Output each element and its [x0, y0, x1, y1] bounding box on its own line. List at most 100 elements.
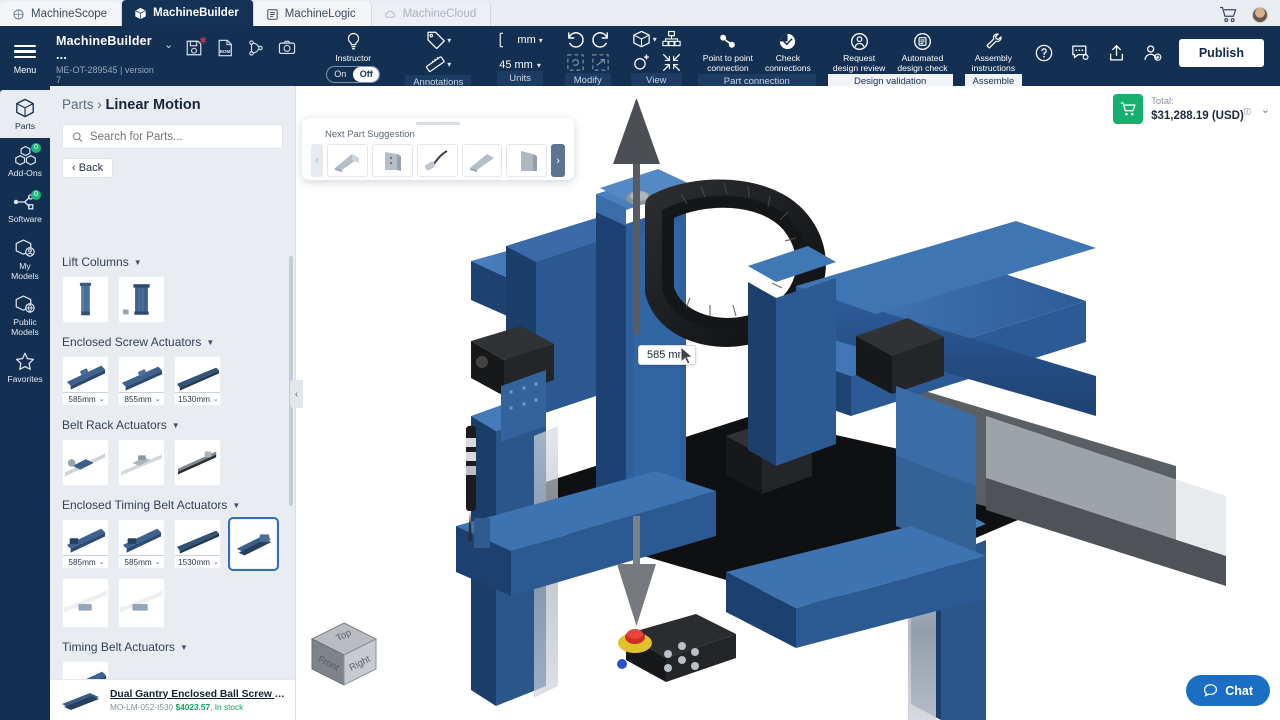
selected-part-name[interactable]: Dual Gantry Enclosed Ball Screw Actu...	[110, 689, 286, 700]
part-thumbnail[interactable]: 585mm ⌄	[62, 356, 109, 406]
viewport-3d[interactable]: Next Part Suggestion ‹ › Total: $31,288.…	[296, 86, 1280, 720]
redo-icon[interactable]	[590, 29, 611, 50]
part-thumbnail[interactable]	[118, 578, 165, 628]
cart-expand-caret[interactable]: ⌄	[1261, 103, 1270, 116]
cart-total-chip[interactable]: Total: $31,288.19 (USD)ⓘ ⌄	[1113, 94, 1270, 124]
bom-button[interactable]: BOM	[216, 39, 235, 58]
lift-column-art	[122, 284, 150, 315]
chat-button[interactable]: Chat	[1186, 675, 1270, 706]
sidebar-item-software[interactable]: 0 Software	[0, 185, 50, 231]
help-icon[interactable]	[1034, 43, 1054, 63]
save-button[interactable]: ∗	[185, 34, 208, 58]
search-box[interactable]	[62, 124, 283, 149]
part-thumbnail[interactable]: 1530mm ⌄	[174, 519, 221, 569]
next-part-suggestion-popup[interactable]: Next Part Suggestion ‹ ›	[302, 118, 574, 180]
tab-machinecloud[interactable]: MachineCloud	[371, 2, 492, 26]
annotations-ruler-caret[interactable]: ▾	[447, 60, 451, 69]
size-select[interactable]: 1530mm ⌄	[175, 392, 220, 405]
automated-design-check-button[interactable]: Automated design check	[892, 29, 952, 74]
feedback-icon[interactable]	[1070, 43, 1091, 63]
size-select[interactable]: 45 mm ▾	[499, 53, 541, 71]
category-header-lift-columns[interactable]: Lift Columns ▼	[62, 255, 284, 269]
sidebar-item-favorites[interactable]: Favorites	[0, 344, 50, 391]
suggestion-prev-button[interactable]: ‹	[311, 144, 324, 177]
suggestion-card[interactable]	[416, 144, 458, 177]
popup-drag-handle[interactable]	[416, 122, 460, 125]
suggestion-card[interactable]	[327, 144, 368, 177]
assembly-instructions-button[interactable]: Assembly instructions	[967, 29, 1020, 74]
view-cube[interactable]: Top Front Right	[304, 618, 384, 692]
tabbar-right-actions	[1219, 6, 1280, 26]
category-header-enclosed-screw-actuators[interactable]: Enclosed Screw Actuators ▼	[62, 335, 284, 349]
suggestion-next-button[interactable]: ›	[551, 144, 566, 177]
ribbon-group-instructor: Instructor On Off	[315, 26, 391, 86]
sidebar-item-my-models[interactable]: My Models	[0, 231, 50, 288]
user-avatar[interactable]	[1252, 6, 1268, 23]
parts-categories-scroll[interactable]: Lift Columns ▼ Enclosed Screw Actuators …	[50, 243, 295, 720]
tab-machinebuilder[interactable]: MachineBuilder	[122, 0, 254, 26]
category-header-timing-belt-actuators[interactable]: Timing Belt Actuators ▼	[62, 640, 284, 654]
point-to-point-connection-button[interactable]: Point to point connection	[698, 29, 758, 74]
move-part-icon[interactable]	[590, 52, 611, 73]
part-thumbnail[interactable]	[118, 276, 165, 323]
undo-icon[interactable]	[565, 29, 586, 50]
size-select[interactable]: 585mm ⌄	[119, 555, 164, 568]
tab-machinelogic[interactable]: MachineLogic	[253, 2, 372, 26]
part-thumbnail[interactable]: 1530mm ⌄	[174, 356, 221, 406]
sidebar-item-addons[interactable]: 0 Add-Ons	[0, 138, 50, 185]
menu-button[interactable]: Menu	[0, 26, 50, 86]
part-thumbnail[interactable]	[62, 276, 109, 323]
shopping-cart-icon[interactable]	[1219, 6, 1238, 23]
part-thumbnail[interactable]	[62, 578, 109, 628]
request-design-review-button[interactable]: Request design review	[828, 29, 891, 74]
cart-info-marker[interactable]: ⓘ	[1244, 109, 1251, 116]
chevron-down-icon: ▼	[133, 257, 142, 267]
part-thumbnail-selected[interactable]	[228, 517, 279, 571]
category-header-enclosed-timing-belt-actuators[interactable]: Enclosed Timing Belt Actuators ▼	[62, 498, 284, 512]
add-user-icon[interactable]	[1142, 43, 1163, 63]
branch-button[interactable]	[247, 39, 266, 58]
category-header-belt-rack-actuators[interactable]: Belt Rack Actuators ▼	[62, 418, 284, 432]
tab-machinescope[interactable]: MachineScope	[0, 2, 123, 26]
part-thumbnail[interactable]: 855mm ⌄	[118, 356, 165, 406]
instructor-on-off[interactable]: On Off	[326, 65, 381, 83]
tag-icon[interactable]	[425, 30, 446, 51]
document-dropdown-caret[interactable]: ⌄	[160, 26, 179, 51]
instructor-toggle[interactable]: Instructor On Off	[321, 29, 385, 83]
breadcrumb-root[interactable]: Parts ›	[62, 97, 106, 112]
size-select[interactable]: 855mm ⌄	[119, 392, 164, 405]
suggestion-card[interactable]	[461, 144, 503, 177]
view-cube-caret[interactable]: ▾	[653, 35, 657, 44]
cart-button[interactable]	[1113, 94, 1144, 124]
search-input[interactable]	[89, 130, 273, 143]
size-select[interactable]: 585mm ⌄	[63, 392, 108, 405]
camera-button[interactable]	[278, 39, 297, 58]
hierarchy-icon[interactable]	[661, 29, 682, 50]
part-thumbnail[interactable]	[62, 439, 109, 486]
sidebar-item-public-models[interactable]: Public Models	[0, 287, 50, 344]
unit-system-select[interactable]: mm ▾	[497, 31, 543, 49]
view-cube-icon[interactable]	[631, 29, 652, 50]
suggestion-card[interactable]	[371, 144, 413, 177]
share-icon[interactable]	[1107, 43, 1126, 63]
check-connections-button[interactable]: Check connections	[760, 29, 816, 74]
sidebar-item-parts[interactable]: Parts	[0, 90, 50, 138]
part-thumbnail[interactable]: 585mm ⌄	[62, 519, 109, 569]
add-light-icon[interactable]	[631, 52, 652, 73]
part-thumbnail[interactable]	[174, 439, 221, 486]
selected-part-footer[interactable]: Dual Gantry Enclosed Ball Screw Actu... …	[50, 679, 295, 720]
panel-collapse-handle[interactable]: ‹	[290, 380, 303, 408]
document-info[interactable]: MachineBuilder ... ME-OT-289545 | versio…	[50, 26, 160, 85]
size-select[interactable]: 1530mm ⌄	[175, 555, 220, 568]
bracket-a-icon	[335, 153, 360, 172]
rotate-part-icon[interactable]	[565, 52, 586, 73]
size-select[interactable]: 585mm ⌄	[63, 555, 108, 568]
part-thumbnail[interactable]: 585mm ⌄	[118, 519, 165, 569]
part-thumbnail[interactable]	[118, 439, 165, 486]
suggestion-card[interactable]	[506, 144, 548, 177]
ruler-icon[interactable]	[425, 54, 446, 75]
annotations-tag-caret[interactable]: ▾	[447, 36, 451, 45]
back-button[interactable]: ‹ Back	[62, 158, 114, 178]
collapse-icon[interactable]	[661, 52, 682, 73]
publish-button[interactable]: Publish	[1178, 39, 1264, 67]
